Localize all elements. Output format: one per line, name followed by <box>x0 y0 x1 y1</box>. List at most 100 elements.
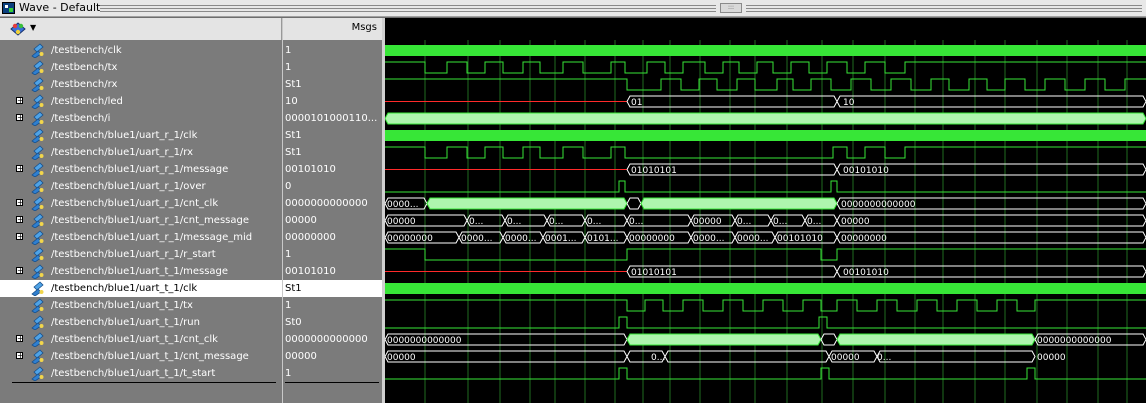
signal-name: /testbench/blue1/uart_r_1/cnt_message <box>51 215 250 226</box>
wave-value-label: 0... <box>469 217 483 227</box>
signal-row[interactable]: + /testbench/blue1/uart_t_1/cnt_message <box>0 348 283 365</box>
signal-name: /testbench/led <box>51 96 123 107</box>
signal-value-row[interactable]: 00000 <box>283 212 382 229</box>
messages-header-label: Msgs <box>351 22 377 33</box>
bus-segment <box>426 197 628 210</box>
wave-value-label: 0000000000000 <box>387 336 462 346</box>
signal-value-row[interactable]: 00000000 <box>283 229 382 246</box>
expand-toggle[interactable]: + <box>16 352 24 360</box>
waveform-pane[interactable]: 01 10 01010101 00101010 0000... 0000000000000… <box>385 18 1146 403</box>
signal-icon <box>30 162 46 178</box>
expand-toggle[interactable]: + <box>16 114 24 122</box>
signal-value-row[interactable]: 1 <box>283 297 382 314</box>
signal-row[interactable]: /testbench/blue1/uart_r_1/over <box>0 178 283 195</box>
wave-value-label: 00000 <box>841 217 870 227</box>
chevron-down-icon[interactable]: ▼ <box>30 23 36 32</box>
signal-row[interactable]: /testbench/blue1/uart_t_1/t_start <box>0 365 283 382</box>
signal-value-row[interactable]: 10 <box>283 93 382 110</box>
signal-name: /testbench/blue1/uart_t_1/tx <box>51 300 193 311</box>
signal-icon <box>30 77 46 93</box>
signal-name-pane[interactable]: /testbench/clk/testbench/tx/testbench/rx… <box>0 40 283 403</box>
expand-toggle[interactable]: + <box>16 267 24 275</box>
signal-row[interactable]: /testbench/blue1/uart_t_1/clk <box>0 280 283 297</box>
signal-row[interactable]: /testbench/blue1/uart_r_1/clk <box>0 127 283 144</box>
wave-value-label: 0... <box>877 353 891 363</box>
signal-value-pane[interactable]: 1 1 St1 10 0000101000110... St1 St1 00101010 0 00… <box>283 40 382 403</box>
digital-wave <box>385 316 1146 329</box>
digital-wave <box>385 146 1146 159</box>
clock-wave <box>385 130 1146 141</box>
bus-segment <box>876 350 1036 363</box>
waveform-canvas[interactable]: 01 1001010101 001010100000... 0000000000000… <box>385 18 1146 403</box>
expand-toggle[interactable]: + <box>16 165 24 173</box>
signal-name: /testbench/blue1/uart_t_1/t_start <box>51 368 216 379</box>
bus-segment <box>836 214 1146 227</box>
signal-row[interactable]: /testbench/clk <box>0 42 283 59</box>
signal-value: 00000000 <box>285 232 336 243</box>
signal-row[interactable]: /testbench/blue1/uart_r_1/rx <box>0 144 283 161</box>
wave-value-label: 01 <box>631 98 642 108</box>
signal-row[interactable]: + /testbench/blue1/uart_r_1/message <box>0 161 283 178</box>
signal-name: /testbench/blue1/uart_r_1/cnt_clk <box>51 198 219 209</box>
signal-row[interactable]: /testbench/tx <box>0 59 283 76</box>
signal-icon <box>30 281 46 297</box>
signal-value-row[interactable]: St0 <box>283 314 382 331</box>
signal-row[interactable]: + /testbench/led <box>0 93 283 110</box>
signal-value-row[interactable]: St1 <box>283 280 382 297</box>
signal-value-row[interactable]: St1 <box>283 76 382 93</box>
titlebar-grip-right <box>746 4 1142 12</box>
wave-value-label: 0000... <box>461 234 493 244</box>
signal-icon <box>30 298 46 314</box>
signal-row[interactable]: /testbench/blue1/uart_r_1/r_start <box>0 246 283 263</box>
signal-filter-icon[interactable] <box>9 21 27 41</box>
signal-value-row[interactable]: 0000000000000 <box>283 331 382 348</box>
expand-toggle[interactable]: + <box>16 335 24 343</box>
signal-value-row[interactable]: 1 <box>283 365 382 382</box>
bus-segment <box>664 350 830 363</box>
messages-header: Msgs <box>283 18 382 40</box>
bus-segment <box>385 112 1146 125</box>
signal-value: 0 <box>285 181 292 192</box>
signal-value-row[interactable]: St1 <box>283 127 382 144</box>
signal-value: 0000101000110... <box>285 113 378 124</box>
signal-name: /testbench/blue1/uart_r_1/clk <box>51 130 198 141</box>
wave-value-label: 00000 <box>1037 353 1066 363</box>
signal-value-row[interactable]: 0 <box>283 178 382 195</box>
expand-toggle[interactable]: + <box>16 199 24 207</box>
signal-value-row[interactable]: 1 <box>283 246 382 263</box>
signal-value-row[interactable]: 1 <box>283 59 382 76</box>
expand-toggle[interactable]: + <box>16 233 24 241</box>
signal-name: /testbench/blue1/uart_r_1/over <box>51 181 206 192</box>
signal-row[interactable]: + /testbench/blue1/uart_t_1/cnt_clk <box>0 331 283 348</box>
signal-row[interactable]: + /testbench/blue1/uart_r_1/cnt_clk <box>0 195 283 212</box>
signal-row[interactable]: + /testbench/blue1/uart_t_1/message <box>0 263 283 280</box>
wave-value-label: 0... <box>549 217 563 227</box>
signal-icon <box>30 111 46 127</box>
wave-value-label: 0... <box>773 217 787 227</box>
signal-name: /testbench/blue1/uart_r_1/r_start <box>51 249 216 260</box>
expand-toggle[interactable]: + <box>16 216 24 224</box>
signal-row[interactable]: + /testbench/blue1/uart_r_1/cnt_message <box>0 212 283 229</box>
signal-row[interactable]: /testbench/blue1/uart_t_1/tx <box>0 297 283 314</box>
signal-value: 1 <box>285 368 292 379</box>
signal-row[interactable]: /testbench/rx <box>0 76 283 93</box>
signal-icon <box>30 264 46 280</box>
bus-segment <box>626 333 822 346</box>
signal-value-row[interactable]: St1 <box>283 144 382 161</box>
expand-toggle[interactable]: + <box>16 97 24 105</box>
signal-name: /testbench/i <box>51 113 111 124</box>
signal-row[interactable]: + /testbench/i <box>0 110 283 127</box>
signal-icon <box>30 196 46 212</box>
signal-row[interactable]: /testbench/blue1/uart_t_1/run <box>0 314 283 331</box>
signal-value-row[interactable]: 0000000000000 <box>283 195 382 212</box>
wave-value-label: 0... <box>507 217 521 227</box>
pane-divider[interactable] <box>282 18 283 403</box>
signal-row[interactable]: + /testbench/blue1/uart_r_1/message_mid <box>0 229 283 246</box>
wave-value-label: 0000... <box>693 234 725 244</box>
signal-value-row[interactable]: 0000101000110... <box>283 110 382 127</box>
signal-value-row[interactable]: 00101010 <box>283 263 382 280</box>
signal-value-row[interactable]: 00101010 <box>283 161 382 178</box>
signal-value-row[interactable]: 1 <box>283 42 382 59</box>
signal-value-row[interactable]: 00000 <box>283 348 382 365</box>
pane-drag-handle[interactable]: ::: <box>720 3 742 13</box>
